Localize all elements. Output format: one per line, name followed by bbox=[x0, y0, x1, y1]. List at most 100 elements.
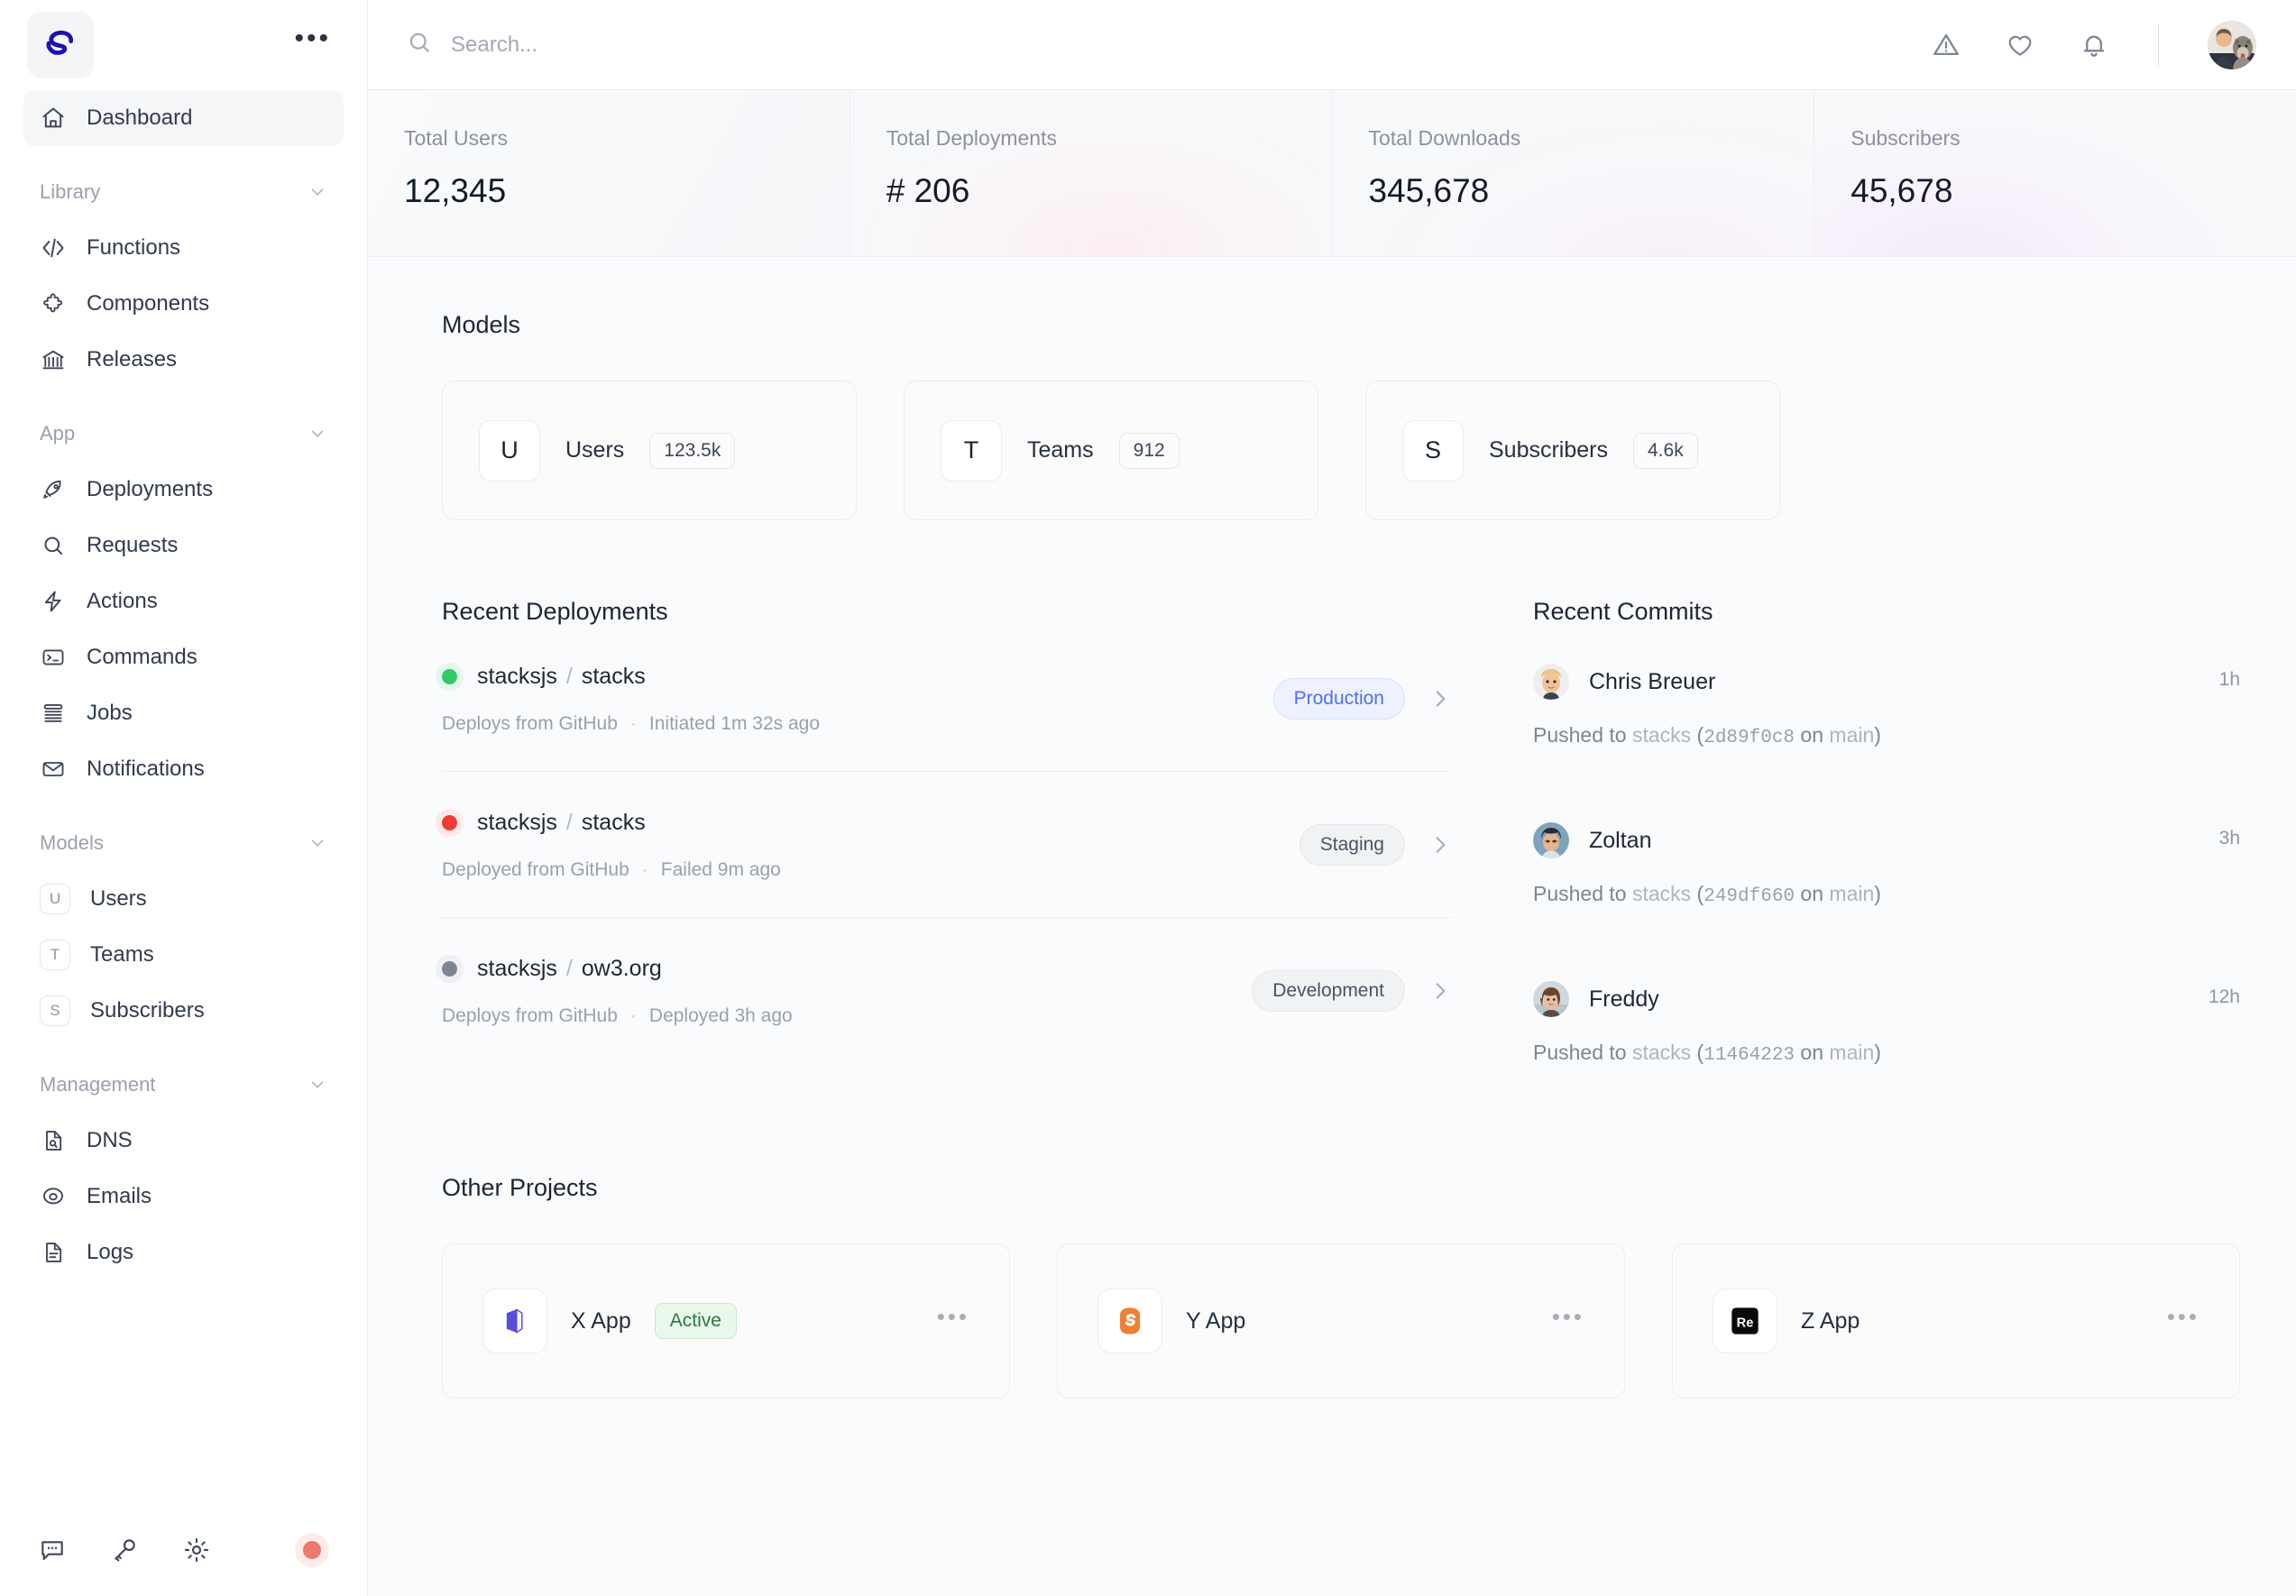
model-card-name: Users bbox=[565, 437, 625, 463]
commit-repo-link[interactable]: stacks bbox=[1632, 723, 1691, 747]
avatar bbox=[1533, 981, 1569, 1017]
sidebar-section-management[interactable]: Management bbox=[23, 1064, 344, 1105]
sidebar-item-label: Subscribers bbox=[90, 998, 205, 1023]
sidebar-item-components[interactable]: Components bbox=[23, 276, 344, 332]
puzzle-icon bbox=[40, 290, 67, 317]
sidebar-item-deployments[interactable]: Deployments bbox=[23, 462, 344, 518]
alert-triangle-icon[interactable] bbox=[1931, 30, 1961, 60]
sidebar-item-notifications[interactable]: Notifications bbox=[23, 741, 344, 797]
project-name: Z App bbox=[1801, 1307, 1860, 1334]
stacks-logo[interactable] bbox=[27, 12, 94, 78]
deployment-owner: stacksjs bbox=[477, 664, 557, 689]
sidebar-item-users[interactable]: U Users bbox=[23, 871, 344, 927]
model-card-subscribers[interactable]: S Subscribers 4.6k bbox=[1365, 381, 1780, 520]
chevron-right-icon[interactable] bbox=[1428, 687, 1452, 711]
commit-hash[interactable]: 249df660 bbox=[1704, 886, 1795, 907]
sidebar-section-models[interactable]: Models bbox=[23, 822, 344, 864]
sidebar-item-label: Jobs bbox=[87, 701, 133, 725]
chevron-down-icon bbox=[308, 182, 327, 202]
sidebar-section-library[interactable]: Library bbox=[23, 171, 344, 213]
sidebar-item-label: Functions bbox=[87, 235, 181, 260]
sidebar-item-dashboard[interactable]: Dashboard bbox=[23, 90, 344, 146]
commit-branch[interactable]: main bbox=[1829, 723, 1874, 747]
model-card-users[interactable]: U Users 123.5k bbox=[442, 381, 857, 520]
commit-row[interactable]: Chris Breuer 1h Pushed to stacks (2d89f0… bbox=[1533, 626, 2240, 784]
deployment-row[interactable]: stacksjs / stacks Deploys from GitHub · Init… bbox=[442, 626, 1452, 772]
commit-row[interactable]: Freddy 12h Pushed to stacks (11464223 on… bbox=[1533, 943, 2240, 1102]
envelope-icon bbox=[40, 756, 67, 783]
chevron-right-icon[interactable] bbox=[1428, 979, 1452, 1003]
sidebar-section-label: App bbox=[40, 422, 76, 445]
chat-icon[interactable] bbox=[38, 1536, 67, 1564]
commit-hash[interactable]: 2d89f0c8 bbox=[1704, 728, 1795, 748]
commit-repo-link[interactable]: stacks bbox=[1632, 882, 1691, 905]
topbar-actions bbox=[1931, 20, 2256, 69]
sidebar-item-emails[interactable]: Emails bbox=[23, 1169, 344, 1225]
sidebar-item-label: Requests bbox=[87, 533, 179, 557]
sidebar-item-logs[interactable]: Logs bbox=[23, 1225, 344, 1280]
chevron-right-icon[interactable] bbox=[1428, 833, 1452, 857]
sidebar-item-functions[interactable]: Functions bbox=[23, 220, 344, 276]
project-card-z-app[interactable]: Re Z App ••• bbox=[1672, 1243, 2240, 1399]
model-card-teams[interactable]: T Teams 912 bbox=[904, 381, 1318, 520]
sidebar-item-actions[interactable]: Actions bbox=[23, 573, 344, 629]
deployment-time: Failed 9m ago bbox=[660, 859, 781, 880]
ellipsis-icon[interactable]: ••• bbox=[937, 1305, 969, 1329]
search-icon bbox=[40, 532, 67, 559]
stat-value: 345,678 bbox=[1368, 172, 1490, 209]
y-app-icon bbox=[1097, 1289, 1162, 1353]
sidebar-item-label: Deployments bbox=[87, 477, 214, 501]
ellipsis-icon[interactable]: ••• bbox=[1552, 1305, 1584, 1329]
project-card-y-app[interactable]: Y App ••• bbox=[1057, 1243, 1625, 1399]
sidebar-item-requests[interactable]: Requests bbox=[23, 518, 344, 573]
stat-label: Total Downloads bbox=[1368, 126, 1521, 150]
sidebar-item-teams[interactable]: T Teams bbox=[23, 927, 344, 983]
commit-row[interactable]: Zoltan 3h Pushed to stacks (249df660 on … bbox=[1533, 784, 2240, 943]
key-icon[interactable] bbox=[110, 1536, 139, 1564]
avatar bbox=[1533, 822, 1569, 858]
sidebar-item-label: Commands bbox=[87, 645, 197, 669]
dot-separator: · bbox=[629, 1005, 637, 1026]
chevron-down-icon bbox=[308, 1075, 327, 1095]
model-initial-badge: S bbox=[40, 995, 70, 1026]
avatar[interactable] bbox=[2208, 20, 2256, 69]
ellipsis-icon[interactable]: ••• bbox=[2167, 1305, 2200, 1329]
stat-label: Total Users bbox=[404, 126, 509, 150]
commit-hash[interactable]: 11464223 bbox=[1704, 1045, 1795, 1066]
record-dot-icon[interactable] bbox=[295, 1533, 329, 1567]
search-input[interactable] bbox=[451, 32, 920, 58]
commit-author: Zoltan bbox=[1589, 827, 1652, 853]
commit-author: Chris Breuer bbox=[1589, 668, 1716, 694]
heart-icon[interactable] bbox=[2005, 30, 2035, 60]
sidebar-nav: Dashboard Library Functions Components R… bbox=[0, 90, 367, 1513]
deployment-row[interactable]: stacksjs / ow3.org Deploys from GitHub · Dep… bbox=[442, 918, 1452, 1063]
sidebar-item-subscribers[interactable]: S Subscribers bbox=[23, 983, 344, 1039]
commit-branch[interactable]: main bbox=[1829, 1041, 1874, 1064]
bell-icon[interactable] bbox=[2079, 30, 2109, 60]
sidebar-section-label: Library bbox=[40, 180, 101, 203]
gear-icon[interactable] bbox=[182, 1536, 211, 1564]
sidebar-item-releases[interactable]: Releases bbox=[23, 332, 344, 388]
sidebar-item-dns[interactable]: DNS bbox=[23, 1113, 344, 1169]
x-app-icon bbox=[482, 1289, 547, 1353]
z-app-icon-text: Re bbox=[1737, 1316, 1754, 1330]
sidebar-item-commands[interactable]: Commands bbox=[23, 629, 344, 685]
stat-card-total-downloads: Total Downloads 345,678 bbox=[1332, 90, 1815, 256]
chevron-down-icon bbox=[308, 424, 327, 444]
deployment-row[interactable]: stacksjs / stacks Deployed from GitHub · Fai… bbox=[442, 772, 1452, 918]
commit-branch[interactable]: main bbox=[1829, 882, 1874, 905]
sidebar-item-jobs[interactable]: Jobs bbox=[23, 685, 344, 741]
sidebar-menu-ellipsis-icon[interactable]: ••• bbox=[294, 25, 331, 56]
model-initial-badge: T bbox=[40, 940, 70, 970]
project-card-x-app[interactable]: X App Active ••• bbox=[442, 1243, 1010, 1399]
z-app-icon: Re bbox=[1713, 1289, 1777, 1353]
commit-repo-link[interactable]: stacks bbox=[1632, 1041, 1691, 1064]
sidebar-item-label: Dashboard bbox=[87, 105, 193, 130]
lists-row: Recent Deployments stacksjs / stacks Deplo… bbox=[442, 598, 2240, 1102]
search-field[interactable] bbox=[406, 29, 1931, 60]
page-title-models: Models bbox=[442, 311, 521, 338]
chevron-down-icon bbox=[308, 833, 327, 853]
sidebar-section-app[interactable]: App bbox=[23, 413, 344, 454]
commit-message: Pushed to stacks (2d89f0c8 on main) bbox=[1533, 723, 2240, 748]
sidebar-item-label: Releases bbox=[87, 347, 178, 371]
